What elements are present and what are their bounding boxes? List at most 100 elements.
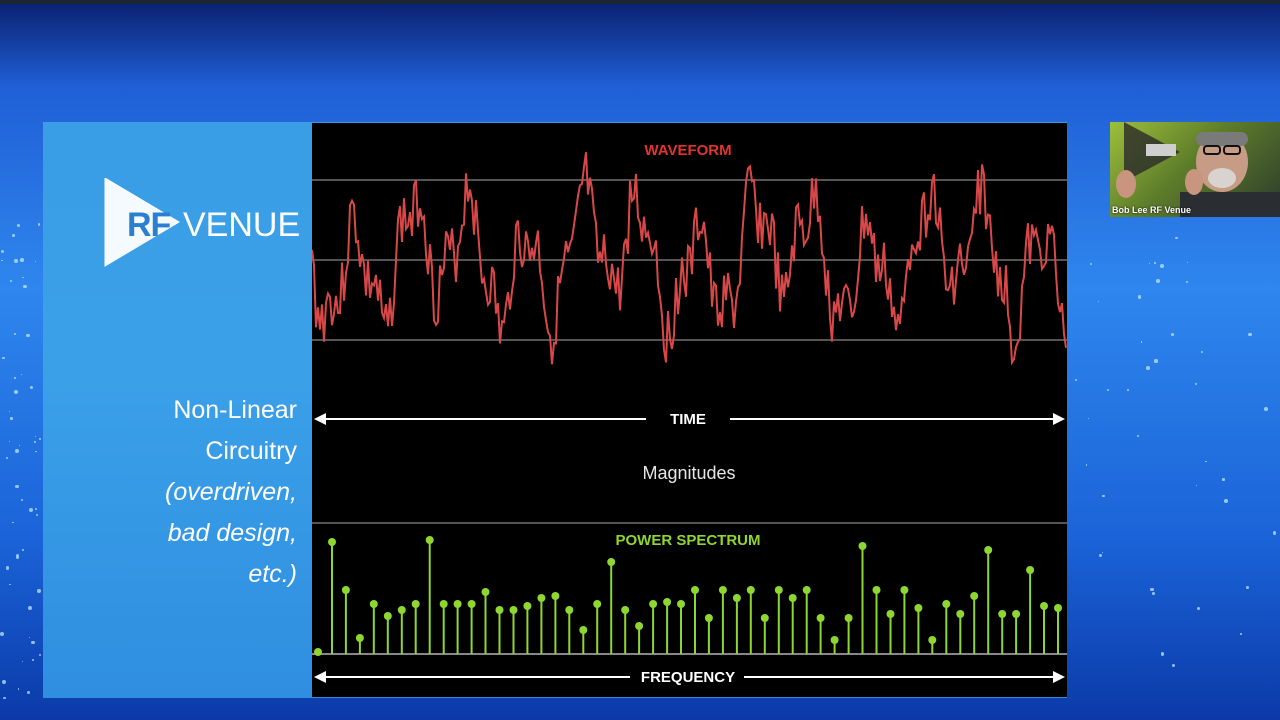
slide-side-text: Non-Linear Circuitry (overdriven, bad de… [57,390,297,595]
spectrum-stem-marker [760,614,769,622]
particle-dot [38,223,41,226]
particle-dot [1102,494,1105,498]
particle-dot [14,332,17,335]
particle-dot [29,637,31,639]
particle-dot [1195,484,1198,486]
particle-dot [35,450,38,453]
webcam-video [1110,122,1280,217]
side-text-line-2: Circuitry [205,437,297,465]
top-bar [0,0,1280,4]
spectrum-stem-marker [1026,566,1035,574]
webcam-scene [1116,122,1280,217]
spectrum-stem-marker [872,586,881,594]
spectrum-stem-marker [844,614,853,622]
spectrum-stem-marker [369,600,378,608]
spectrum-stem-marker [718,586,727,594]
particle-dot [14,448,19,453]
particle-dot [1264,407,1269,412]
particle-dot [1201,351,1204,354]
particle-dot [1136,434,1140,438]
spectrum-stem-marker [523,602,532,610]
spectrum-stem-marker [774,586,783,594]
spectrum-stem-marker [593,600,602,608]
particle-dot [1246,586,1250,590]
spectrum-stem-marker [816,614,825,622]
particle-dot [28,508,33,513]
particle-dot [1137,295,1142,299]
spectrum-stem-marker [900,586,909,594]
spectrum-stem-marker [328,538,336,546]
spectrum-stem-marker [635,622,644,630]
particle-dot [9,279,12,282]
particle-dot [1145,366,1150,371]
magnitudes-label: Magnitudes [642,463,735,483]
particle-dot [1140,341,1143,344]
particle-dot [1152,591,1156,595]
particle-dot [8,440,11,442]
particle-dot [9,584,11,586]
particle-dot [3,696,6,700]
particle-dot [29,385,34,390]
spectrum-stem-marker [565,606,574,614]
spectrum-stem-marker [928,636,937,644]
spectrum-stem-marker [537,594,546,602]
particle-dot [31,659,34,661]
side-text-line-5: etc.) [248,560,297,588]
particle-dot [14,377,16,379]
particle-dot [1161,652,1165,656]
particle-dot [1154,262,1157,264]
spectrum-stem-marker [467,600,476,608]
particle-dot [14,259,18,263]
particle-dot [1194,383,1197,386]
particle-dot [1160,263,1165,268]
frequency-label: FREQUENCY [641,669,735,686]
time-arrow-left-head [314,413,326,425]
frequency-arrow-left-head [314,671,326,683]
power-spectrum-stems [314,536,1062,656]
particle-dot [1099,553,1103,558]
spectrum-stem-marker [439,600,448,608]
frequency-arrow-right-head [1053,671,1065,683]
particle-dot [1087,417,1089,419]
spectrum-stem-marker [551,592,560,600]
particle-dot [22,276,25,279]
particle-dot [1272,531,1277,535]
particle-dot [1150,587,1154,592]
particle-dot [1,260,3,262]
particle-dot [20,258,24,263]
spectrum-stem-marker [732,594,741,602]
particle-dot [1240,633,1242,635]
particle-dot [1156,278,1161,283]
particle-dot [1106,388,1109,391]
spectrum-stem-marker [830,636,839,644]
spectrum-stem-marker [984,546,993,554]
power-spectrum-title: POWER SPECTRUM [615,532,760,549]
presentation-slide: RF VENUE Non-Linear Circuitry (overdrive… [43,122,1067,698]
spectrum-stem-marker [970,592,979,600]
particle-dot [26,690,31,695]
spectrum-stem-marker [341,586,350,594]
particle-dot [14,389,18,394]
spectrum-stem-marker [481,588,490,596]
spectrum-stem-marker [802,586,811,594]
particle-dot [20,499,23,501]
particle-dot [22,549,24,552]
particle-dot [1205,460,1207,463]
spectrum-stem-marker [411,600,420,608]
particle-dot [0,632,5,637]
particle-dot [1090,263,1093,266]
particle-dot [19,444,21,446]
spectrum-stem-marker [355,634,364,642]
spectrum-stem-marker [942,600,951,608]
side-text-line-1: Non-Linear [173,396,297,424]
spectrum-stem-marker [495,606,504,614]
particle-dot [1186,280,1189,283]
particle-dot [15,484,19,489]
particle-dot [35,260,37,262]
particle-dot [1148,262,1151,265]
particle-dot [23,284,27,288]
webcam-thumbnail[interactable]: Bob Lee RF Venue [1110,122,1280,217]
particle-dot [6,456,9,459]
spectrum-stem-marker [886,610,895,618]
spectrum-stem-marker [1054,604,1062,612]
